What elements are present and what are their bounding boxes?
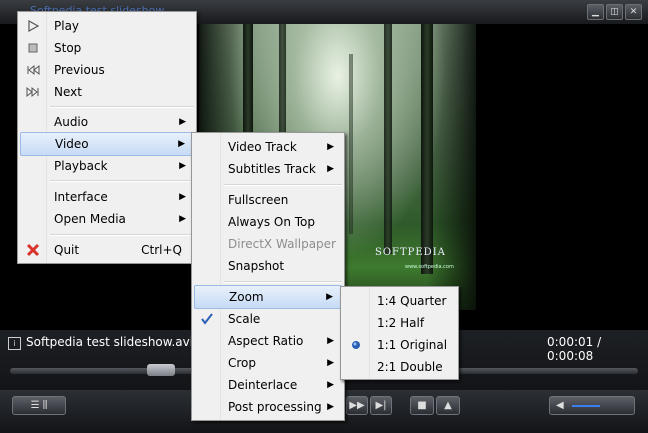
menu-item-crop[interactable]: Crop ▶ xyxy=(194,352,342,374)
maximize-button[interactable]: ◫ xyxy=(606,4,623,20)
menu-item-audio[interactable]: Audio ▶ xyxy=(20,111,194,133)
zoom-submenu: 1:4 Quarter 1:2 Half 1:1 Original 2:1 Do… xyxy=(340,286,459,380)
menu-item-quit[interactable]: Quit Ctrl+Q xyxy=(20,239,194,261)
stop-icon xyxy=(26,41,40,55)
menu-item-snapshot[interactable]: Snapshot xyxy=(194,255,342,277)
submenu-arrow-icon: ▶ xyxy=(327,380,334,390)
play-icon xyxy=(26,19,40,33)
next-icon xyxy=(26,85,40,99)
menu-item-video-track[interactable]: Video Track ▶ xyxy=(194,136,342,158)
fast-forward-icon[interactable]: ▶▶ xyxy=(346,396,368,415)
menu-item-directx-wallpaper[interactable]: DirectX Wallpaper xyxy=(194,233,342,255)
main-context-menu: Play Stop Previous Next Audio ▶ Video ▶ … xyxy=(17,11,197,264)
menu-item-stop[interactable]: Stop xyxy=(20,37,194,59)
menu-item-zoom-quarter[interactable]: 1:4 Quarter xyxy=(343,290,456,312)
menu-item-zoom-double[interactable]: 2:1 Double xyxy=(343,356,456,378)
seek-thumb[interactable] xyxy=(147,364,175,376)
close-button[interactable]: ✕ xyxy=(625,4,642,20)
submenu-arrow-icon: ▶ xyxy=(179,161,186,171)
checkmark-icon xyxy=(200,312,214,326)
menu-item-always-on-top[interactable]: Always On Top xyxy=(194,211,342,233)
video-url-text: www.softpedia.com xyxy=(405,264,454,270)
radio-dot-icon xyxy=(349,338,363,352)
submenu-arrow-icon: ▶ xyxy=(327,358,334,368)
menu-item-fullscreen[interactable]: Fullscreen xyxy=(194,189,342,211)
quit-x-icon xyxy=(26,243,40,257)
eject-icon[interactable]: ▲ xyxy=(436,396,460,415)
menu-item-open-media[interactable]: Open Media ▶ xyxy=(20,208,194,230)
info-icon: i xyxy=(8,337,21,350)
volume-level xyxy=(572,405,600,407)
menu-item-play[interactable]: Play xyxy=(20,15,194,37)
menu-item-scale[interactable]: Scale xyxy=(194,308,342,330)
menu-item-playback[interactable]: Playback ▶ xyxy=(20,155,194,177)
submenu-arrow-icon: ▶ xyxy=(326,292,333,302)
submenu-arrow-icon: ▶ xyxy=(179,214,186,224)
volume-slider[interactable]: ◀ xyxy=(549,396,635,415)
submenu-arrow-icon: ▶ xyxy=(327,142,334,152)
menu-item-zoom[interactable]: Zoom ▶ xyxy=(194,285,342,309)
previous-icon xyxy=(26,63,40,77)
menu-item-deinterlace[interactable]: Deinterlace ▶ xyxy=(194,374,342,396)
submenu-arrow-icon: ▶ xyxy=(178,139,185,149)
time-display: 0:00:01 / 0:00:08 xyxy=(547,335,602,363)
menu-item-interface[interactable]: Interface ▶ xyxy=(20,186,194,208)
menu-item-next[interactable]: Next xyxy=(20,81,194,103)
menu-item-video[interactable]: Video ▶ xyxy=(20,132,194,156)
video-brand-text: SOFTPEDIA xyxy=(375,247,446,258)
menu-item-post-processing[interactable]: Post processing ▶ xyxy=(194,396,342,418)
menu-item-previous[interactable]: Previous xyxy=(20,59,194,81)
submenu-arrow-icon: ▶ xyxy=(327,402,334,412)
quit-shortcut: Ctrl+Q xyxy=(141,243,182,257)
file-name: Softpedia test slideshow.avi xyxy=(26,335,194,349)
speaker-icon: ◀ xyxy=(556,400,564,411)
menu-item-zoom-original[interactable]: 1:1 Original xyxy=(343,334,456,356)
menu-item-zoom-half[interactable]: 1:2 Half xyxy=(343,312,456,334)
next-track-icon[interactable]: ▶| xyxy=(370,396,392,415)
submenu-arrow-icon: ▶ xyxy=(327,336,334,346)
stop-control-icon[interactable]: ■ xyxy=(410,396,434,415)
menu-item-aspect-ratio[interactable]: Aspect Ratio ▶ xyxy=(194,330,342,352)
submenu-arrow-icon: ▶ xyxy=(179,117,186,127)
video-submenu: Video Track ▶ Subtitles Track ▶ Fullscre… xyxy=(191,132,345,421)
menu-item-subtitles-track[interactable]: Subtitles Track ▶ xyxy=(194,158,342,180)
playlist-icon[interactable]: ☰ ⫼ xyxy=(12,396,66,415)
submenu-arrow-icon: ▶ xyxy=(179,192,186,202)
submenu-arrow-icon: ▶ xyxy=(327,164,334,174)
minimize-button[interactable]: ▁ xyxy=(587,4,604,20)
